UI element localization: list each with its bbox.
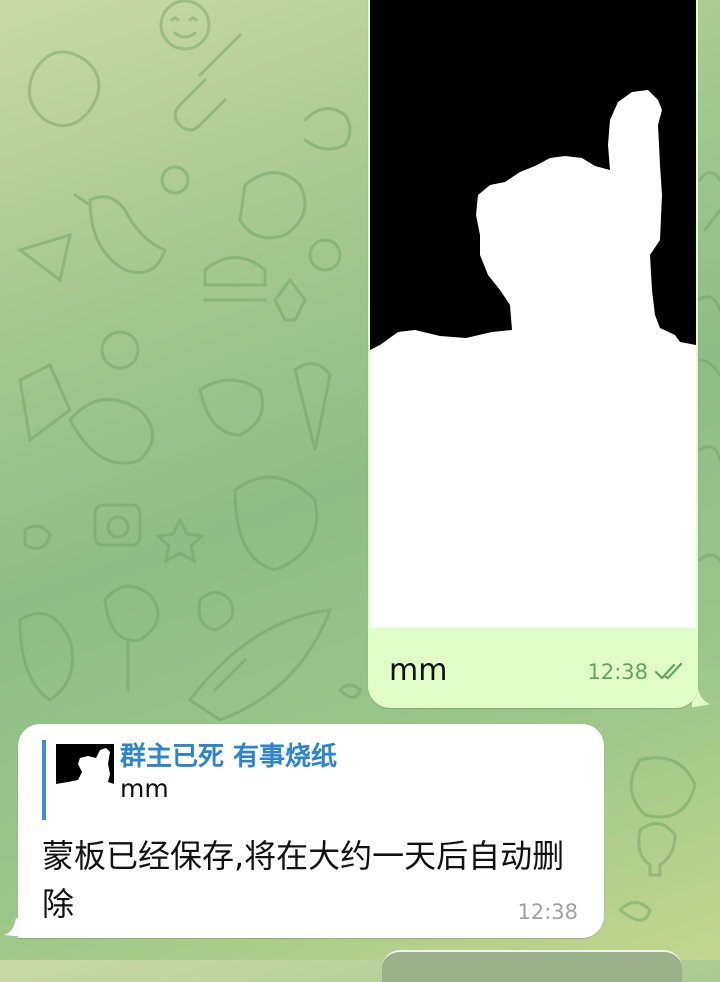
reply-sender-name: 群主已死 有事烧纸 — [120, 742, 338, 772]
mask-image[interactable] — [370, 0, 696, 628]
outgoing-message-text: mm — [389, 653, 448, 688]
reply-preview[interactable]: 群主已死 有事烧纸 mm — [42, 740, 456, 820]
message-time: 12:38 — [517, 900, 578, 924]
mask-thumbnail — [56, 744, 114, 802]
incoming-message-text: 蒙板已经保存,将在大约一天后自动删除 — [42, 837, 565, 923]
double-check-icon — [654, 663, 683, 680]
reply-quoted-text: mm — [120, 774, 169, 803]
next-message-preview — [382, 950, 682, 982]
message-time: 12:38 — [587, 660, 648, 684]
outgoing-message-bubble[interactable]: mm 12:38 — [368, 0, 698, 708]
incoming-message-bubble[interactable]: 群主已死 有事烧纸 mm 蒙板已经保存,将在大约一天后自动删除 12:38 — [18, 724, 604, 938]
message-meta: 12:38 — [587, 660, 684, 684]
